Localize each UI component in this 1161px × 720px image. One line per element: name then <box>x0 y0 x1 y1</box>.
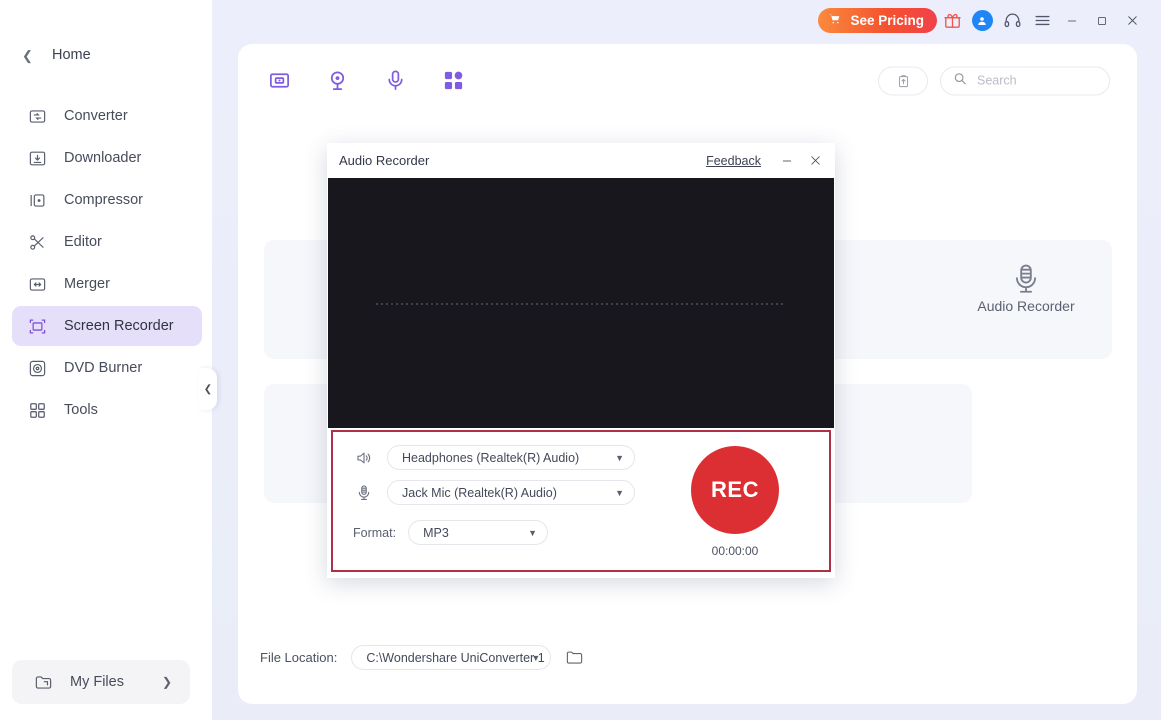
format-select[interactable]: MP3 ▼ <box>408 520 549 545</box>
search-input[interactable] <box>977 73 1097 88</box>
record-section: REC 00:00:00 <box>677 446 793 558</box>
hamburger-menu-icon[interactable] <box>1027 6 1057 36</box>
dialog-titlebar-actions: Feedback <box>706 143 829 178</box>
headset-icon[interactable] <box>997 6 1027 36</box>
see-pricing-button[interactable]: See Pricing <box>818 8 937 33</box>
audio-recorder-card-label: Audio Recorder <box>977 298 1075 314</box>
chevron-down-icon: ▼ <box>531 652 541 663</box>
window-minimize-button[interactable] <box>1057 6 1087 36</box>
sidebar-item-merger[interactable]: Merger <box>12 264 202 304</box>
microphone-icon <box>353 484 375 502</box>
sidebar-item-my-files[interactable]: My Files ❯ <box>12 660 190 704</box>
audio-recorder-tool-icon[interactable] <box>380 66 410 96</box>
sidebar-item-label: DVD Burner <box>64 360 143 376</box>
format-row: Format: MP3 ▼ <box>353 520 549 545</box>
microphone-device-row: Jack Mic (Realtek(R) Audio) ▼ <box>353 480 635 505</box>
downloader-icon <box>26 147 48 169</box>
file-location-value: C:\Wondershare UniConverter 1 <box>366 650 545 665</box>
apps-grid-tool-icon[interactable] <box>438 66 468 96</box>
chevron-down-icon: ▼ <box>528 527 538 538</box>
sidebar-item-home[interactable]: ❮ Home <box>0 38 212 72</box>
recorder-toolbar <box>238 44 1137 117</box>
recorder-controls: Headphones (Realtek(R) Audio) ▼ Jack Mic… <box>333 432 829 570</box>
record-button[interactable]: REC <box>691 446 779 534</box>
speaker-device-select[interactable]: Headphones (Realtek(R) Audio) ▼ <box>387 445 635 470</box>
user-avatar-icon[interactable] <box>967 6 997 36</box>
open-folder-button[interactable] <box>565 648 584 667</box>
sidebar-item-label: Editor <box>64 234 102 250</box>
sidebar-item-label: Compressor <box>64 192 143 208</box>
audio-recorder-card[interactable]: Audio Recorder <box>940 240 1112 359</box>
sidebar-collapse-button[interactable]: ❮ <box>199 368 217 410</box>
sidebar: ❮ Home Converter Downloader Compressor E… <box>0 0 212 720</box>
speaker-device-value: Headphones (Realtek(R) Audio) <box>402 450 580 465</box>
chevron-left-icon: ❮ <box>22 47 33 63</box>
file-location-select[interactable]: C:\Wondershare UniConverter 1 ▼ <box>351 645 552 670</box>
see-pricing-label: See Pricing <box>850 13 924 28</box>
chevron-down-icon: ▼ <box>615 487 624 498</box>
dialog-title: Audio Recorder <box>339 153 430 168</box>
file-location-label: File Location: <box>260 650 338 665</box>
chevron-down-icon: ▼ <box>615 452 624 463</box>
sidebar-item-label: Screen Recorder <box>64 318 174 334</box>
format-value: MP3 <box>423 525 449 540</box>
dvd-burner-icon <box>26 357 48 379</box>
microphone-icon <box>940 262 1112 296</box>
folder-icon <box>32 671 54 693</box>
webcam-recorder-tool-icon[interactable] <box>322 66 352 96</box>
search-box[interactable] <box>940 66 1110 95</box>
feedback-link[interactable]: Feedback <box>706 154 761 168</box>
converter-icon <box>26 105 48 127</box>
sidebar-home-label: Home <box>52 47 91 63</box>
sidebar-item-tools[interactable]: Tools <box>12 390 202 430</box>
my-files-label: My Files <box>70 674 124 690</box>
clipboard-icon[interactable] <box>878 66 928 95</box>
sidebar-item-label: Converter <box>64 108 128 124</box>
window-maximize-button[interactable] <box>1087 6 1117 36</box>
speaker-device-row: Headphones (Realtek(R) Audio) ▼ <box>353 445 635 470</box>
recorder-controls-highlight: Headphones (Realtek(R) Audio) ▼ Jack Mic… <box>331 430 831 572</box>
avatar <box>971 10 993 31</box>
microphone-device-value: Jack Mic (Realtek(R) Audio) <box>402 485 557 500</box>
chevron-right-icon: ❯ <box>161 675 172 689</box>
sidebar-item-label: Downloader <box>64 150 142 166</box>
toolbar-right-group <box>878 66 1110 95</box>
compressor-icon <box>26 189 48 211</box>
screen-recorder-tool-icon[interactable] <box>264 66 294 96</box>
tools-icon <box>26 399 48 421</box>
audio-recorder-dialog: Audio Recorder Feedback Headphones (Real… <box>327 143 835 578</box>
microphone-device-select[interactable]: Jack Mic (Realtek(R) Audio) ▼ <box>387 480 635 505</box>
sidebar-item-label: Tools <box>64 402 98 418</box>
cart-icon <box>828 12 842 29</box>
waveform-display <box>328 178 834 428</box>
record-timer: 00:00:00 <box>711 544 759 558</box>
chevron-left-icon: ❮ <box>203 383 213 395</box>
dialog-titlebar: Audio Recorder Feedback <box>327 143 835 178</box>
window-header: See Pricing <box>212 0 1161 41</box>
search-icon <box>953 71 967 90</box>
dialog-close-button[interactable] <box>802 147 829 174</box>
gift-icon[interactable] <box>937 6 967 36</box>
merger-icon <box>26 273 48 295</box>
app-window: ❮ Home Converter Downloader Compressor E… <box>0 0 1161 720</box>
sidebar-item-compressor[interactable]: Compressor <box>12 180 202 220</box>
file-location-row: File Location: C:\Wondershare UniConvert… <box>260 645 584 670</box>
sidebar-item-converter[interactable]: Converter <box>12 96 202 136</box>
screen-recorder-icon <box>26 315 48 337</box>
sidebar-nav: Converter Downloader Compressor Editor M… <box>0 96 212 430</box>
sidebar-item-downloader[interactable]: Downloader <box>12 138 202 178</box>
waveform-baseline <box>376 303 786 305</box>
sidebar-item-editor[interactable]: Editor <box>12 222 202 262</box>
format-label: Format: <box>353 525 397 540</box>
sidebar-item-label: Merger <box>64 276 110 292</box>
editor-icon <box>26 231 48 253</box>
window-close-button[interactable] <box>1117 6 1147 36</box>
dialog-minimize-button[interactable] <box>773 147 800 174</box>
sidebar-item-dvd-burner[interactable]: DVD Burner <box>12 348 202 388</box>
speaker-icon <box>353 449 375 467</box>
sidebar-item-screen-recorder[interactable]: Screen Recorder <box>12 306 202 346</box>
